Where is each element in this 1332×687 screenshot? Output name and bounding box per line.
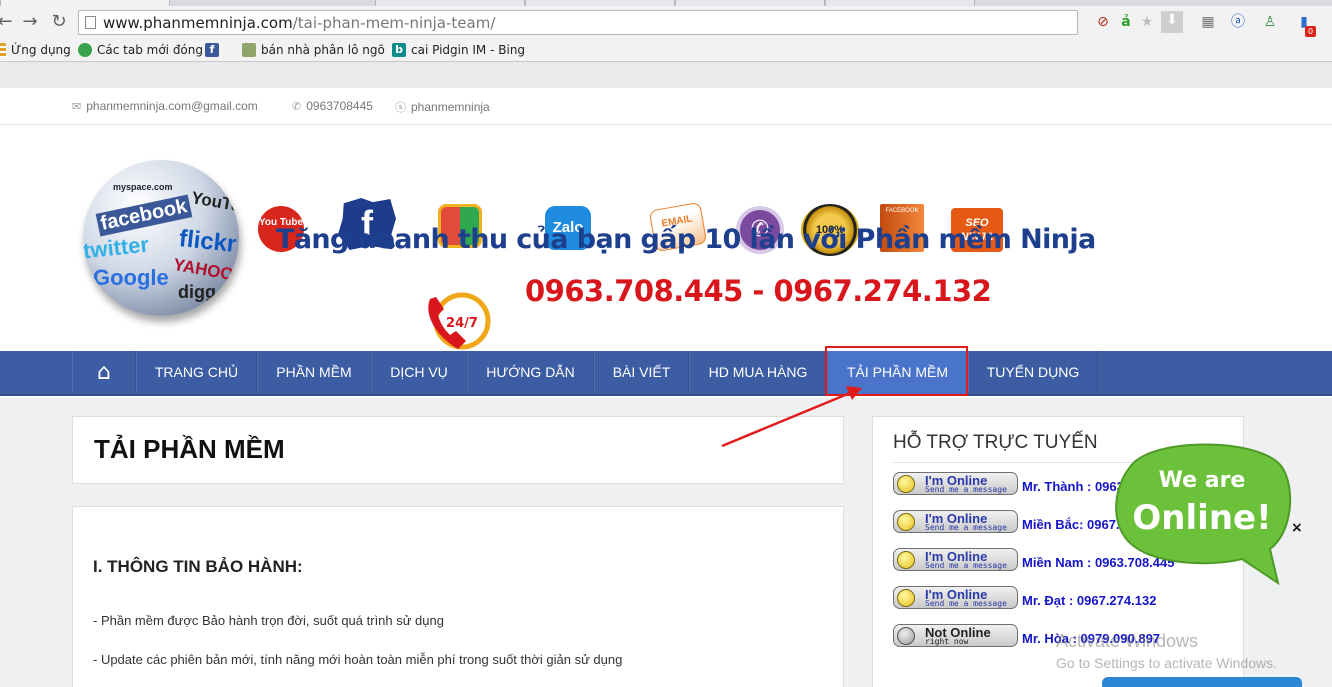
nav-bai-viet[interactable]: BÀI VIẾT [594,351,689,394]
bookmark-recent-tabs[interactable]: Các tab mới đóng [78,42,203,58]
contact-bar: ✉ phanmemninja.com@gmail.com ✆ 0963708445 … [0,88,1332,125]
apps-icon [0,43,6,57]
browser-toolbar: ← → ↻ www.phanmemninja.com/tai-phan-mem-… [0,6,1332,38]
nav-huong-dan[interactable]: HƯỚNG DẪN [467,351,594,394]
we-are-online-widget[interactable]: We are Online! [1110,437,1292,587]
download-icon[interactable]: ⬇ [1161,11,1183,33]
warranty-heading: I. THÔNG TIN BẢO HÀNH: [93,557,303,576]
vietnamese-input-icon[interactable]: ả [1117,13,1135,31]
phone-icon: ✆ [292,99,302,113]
warranty-paragraph-1: - Phần mềm được Bảo hành trọn đời, suốt … [93,613,444,628]
annotation-highlight-box [825,346,968,396]
social-globe-logo[interactable]: myspace.com YouTube facebook twitter fli… [83,160,239,316]
address-url[interactable]: www.phanmemninja.com/tai-phan-mem-ninja-… [103,14,495,32]
nav-phan-mem[interactable]: PHẦN MỀM [257,351,371,394]
back-arrow-icon[interactable]: ← [0,11,16,33]
bookmark-real-estate[interactable]: bán nhà phân lô ngõ [242,42,385,58]
smiley-icon [897,475,915,493]
website: ✉ phanmemninja.com@gmail.com ✆ 0963708445 … [0,88,1332,687]
contact-skype[interactable]: ⓢ phanmemninja [395,99,490,115]
adblock-icon[interactable]: ⊘ [1094,13,1112,31]
window-gap [0,62,1332,88]
bookmarks-bar: Ứng dụng Các tab mới đóng f bán nhà phân… [0,38,1332,62]
main-navigation: ⌂ TRANG CHỦ PHẦN MỀM DỊCH VỤ HƯỚNG DẪN B… [0,351,1332,396]
reload-icon[interactable]: ↻ [48,11,70,33]
page-icon [85,16,96,29]
yahoo-status-button[interactable]: I'm Online Send me a message [893,548,1018,571]
yahoo-status-button[interactable]: Not Online right now [893,624,1018,647]
bookmark-star-icon[interactable]: ★ [1138,13,1156,31]
person-icon[interactable]: ♙ [1261,13,1279,31]
support-title: HỖ TRỢ TRỰC TUYẾN [893,432,1098,453]
nav-dich-vu[interactable]: DỊCH VỤ [371,351,467,394]
forward-arrow-icon[interactable]: → [19,11,41,33]
building-icon [242,43,256,57]
hotline-numbers[interactable]: 0963.708.445 - 0967.274.132 [525,274,992,308]
phone-24-7-icon[interactable]: 24/7 [424,291,492,359]
phone-badge-text: 24/7 [446,316,478,331]
chat-tab[interactable] [1102,677,1302,687]
smiley-icon [897,589,915,607]
smiley-offline-icon [897,627,915,645]
smiley-icon [897,551,915,569]
extensions-grid-icon[interactable]: ▦ [1199,13,1217,31]
bing-icon: b [392,43,406,57]
home-icon[interactable]: ⌂ [72,351,136,394]
yahoo-status-button[interactable]: I'm Online Send me a message [893,472,1018,495]
bookmark-bing[interactable]: b cai Pidgin IM - Bing [392,42,525,58]
mail-icon: ✉ [72,99,82,113]
widget-line-2: Online! [1132,498,1271,538]
yahoo-status-button[interactable]: I'm Online Send me a message [893,510,1018,533]
amazon-icon[interactable]: ⓐ [1229,13,1247,31]
bookmark-apps[interactable]: Ứng dụng [0,42,71,58]
facebook-icon: f [205,43,219,57]
header-banner: myspace.com YouTube facebook twitter fli… [0,126,1332,358]
widget-line-1: We are [1159,468,1246,493]
bookmark-facebook[interactable]: f [205,42,219,58]
warranty-paragraph-2: - Update các phiên bản mới, tính năng mớ… [93,652,623,667]
activate-windows-watermark: Activate Windows [1056,631,1199,651]
nav-trang-chu[interactable]: TRANG CHỦ [136,351,257,394]
nav-hd-mua-hang[interactable]: HD MUA HÀNG [689,351,827,394]
banner-slogan: Tăng doanh thu của bạn gấp 10 lần với Ph… [276,224,1096,255]
article-card: I. THÔNG TIN BẢO HÀNH: - Phần mềm được B… [72,506,844,687]
extension-badge: 0 [1305,26,1316,37]
activate-windows-hint: Go to Settings to activate Windows. [1056,655,1277,671]
page-title-card: TẢI PHẦN MỀM [72,416,844,484]
nav-tuyen-dung[interactable]: TUYỂN DỤNG [968,351,1098,394]
recent-tabs-icon [78,43,92,57]
yahoo-status-button[interactable]: I'm Online Send me a message [893,586,1018,609]
support-contact[interactable]: Mr. Đạt : 0967.274.132 [1022,593,1156,608]
address-bar[interactable]: www.phanmemninja.com/tai-phan-mem-ninja-… [78,10,1078,35]
close-icon[interactable]: × [1291,520,1303,536]
contact-email[interactable]: ✉ phanmemninja.com@gmail.com [72,99,258,113]
page-title: TẢI PHẦN MỀM [94,434,285,464]
contact-phone[interactable]: ✆ 0963708445 [292,99,373,113]
smiley-icon [897,513,915,531]
skype-icon: ⓢ [395,101,406,114]
